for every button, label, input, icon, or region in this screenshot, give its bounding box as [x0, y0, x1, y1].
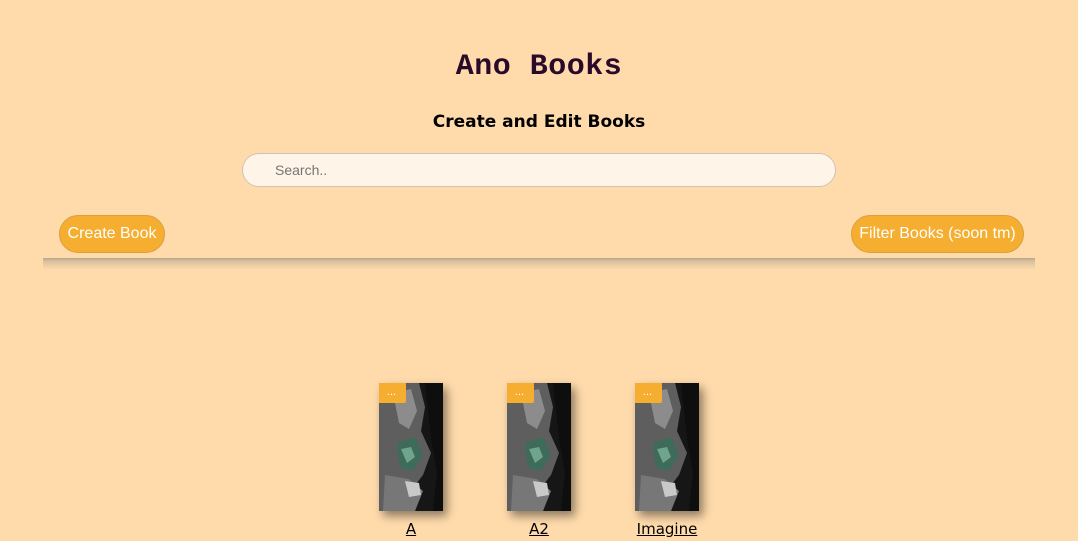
divider — [43, 258, 1035, 270]
book-menu-button[interactable]: ... — [635, 383, 662, 403]
book-card[interactable]: ... Imagine — [635, 383, 699, 538]
book-title-link[interactable]: Imagine — [595, 520, 739, 538]
search-input[interactable] — [242, 153, 836, 187]
book-cover[interactable]: ... — [635, 383, 699, 511]
book-card[interactable]: ... A — [379, 383, 443, 538]
book-card[interactable]: ... A2 — [507, 383, 571, 538]
page-subtitle: Create and Edit Books — [432, 112, 646, 132]
book-menu-button[interactable]: ... — [379, 383, 406, 403]
book-cover[interactable]: ... — [379, 383, 443, 511]
page: Ano Books Create and Edit Books Create B… — [0, 0, 1078, 541]
filter-books-button[interactable]: Filter Books (soon tm) — [851, 215, 1024, 253]
app-title: Ano Books — [455, 50, 623, 84]
book-title-link[interactable]: A — [339, 520, 483, 538]
create-book-button[interactable]: Create Book — [59, 215, 165, 253]
book-menu-button[interactable]: ... — [507, 383, 534, 403]
book-cover[interactable]: ... — [507, 383, 571, 511]
book-title-link[interactable]: A2 — [467, 520, 611, 538]
